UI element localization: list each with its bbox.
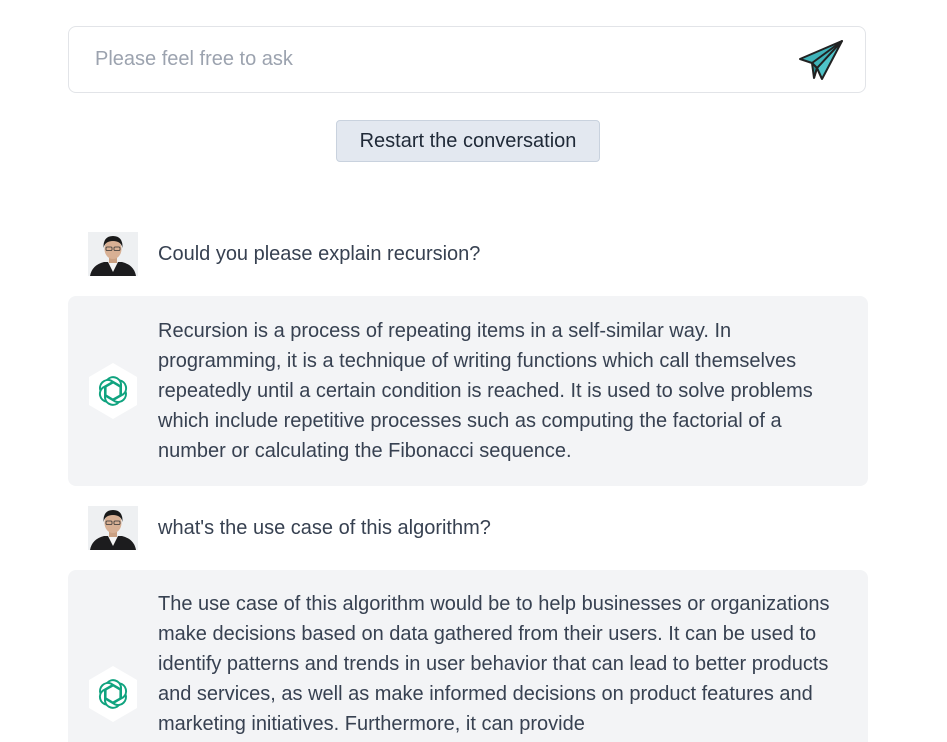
- user-message: what's the use case of this algorithm?: [68, 498, 868, 558]
- paper-plane-icon[interactable]: [797, 39, 847, 83]
- user-avatar: [88, 506, 138, 550]
- user-avatar: [88, 232, 138, 276]
- openai-logo-icon: [89, 666, 137, 722]
- assistant-message: The use case of this algorithm would be …: [68, 570, 868, 742]
- assistant-message: Recursion is a process of repeating item…: [68, 296, 868, 486]
- openai-logo-icon: [89, 363, 137, 419]
- user-message: Could you please explain recursion?: [68, 224, 868, 284]
- restart-conversation-button[interactable]: Restart the conversation: [336, 120, 600, 162]
- message-text: Recursion is a process of repeating item…: [158, 320, 813, 462]
- message-text: what's the use case of this algorithm?: [158, 517, 491, 539]
- chat-page: Restart the conversation Could you pleas…: [0, 0, 947, 742]
- ask-input[interactable]: [95, 27, 775, 91]
- ask-box: [68, 26, 866, 93]
- message-text: Could you please explain recursion?: [158, 243, 481, 265]
- message-text: The use case of this algorithm would be …: [158, 593, 830, 735]
